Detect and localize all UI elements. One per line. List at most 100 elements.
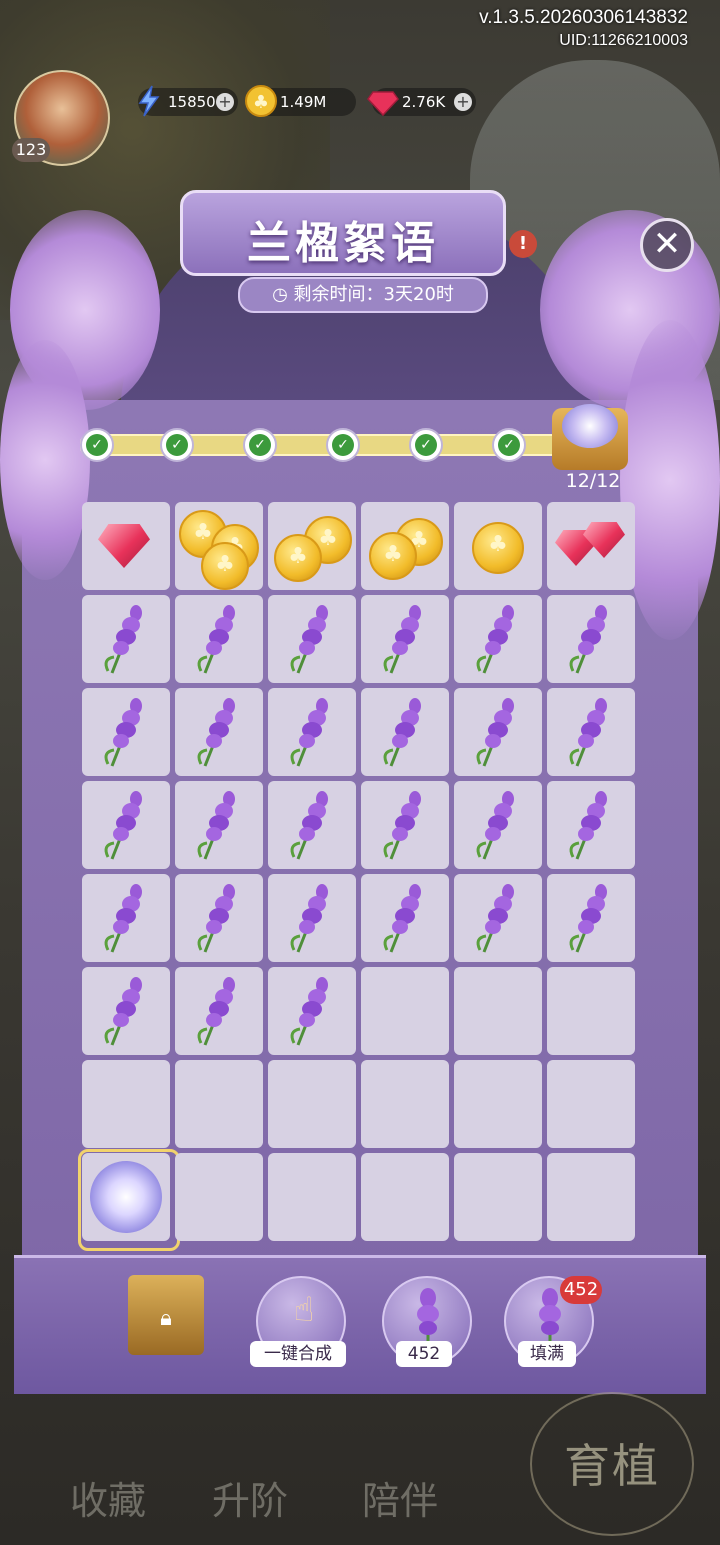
nav-collect[interactable]: 收藏 bbox=[70, 1470, 146, 1525]
board-cell[interactable] bbox=[361, 1060, 449, 1148]
coin-icon bbox=[369, 532, 417, 580]
board-cell[interactable] bbox=[361, 1153, 449, 1241]
board-cell[interactable] bbox=[175, 874, 263, 962]
board-cell[interactable] bbox=[175, 502, 263, 590]
final-reward-chest[interactable] bbox=[552, 404, 628, 470]
version-text: v.1.3.5.20260306143832 bbox=[479, 7, 688, 28]
event-timer-text: 剩余时间：3天20时 bbox=[293, 284, 454, 305]
board-cell[interactable] bbox=[547, 781, 635, 869]
pointing-hand-icon: ☝ bbox=[293, 1290, 315, 1330]
board-cell[interactable] bbox=[547, 595, 635, 683]
progress-node: ✓ bbox=[243, 428, 277, 462]
event-timer: ◷ 剩余时间：3天20时 bbox=[238, 277, 488, 313]
board-cell[interactable] bbox=[175, 688, 263, 776]
check-icon: ✓ bbox=[415, 434, 437, 456]
board-cell[interactable] bbox=[361, 967, 449, 1055]
lotus-icon bbox=[562, 404, 618, 448]
board-cell[interactable] bbox=[547, 688, 635, 776]
svg-text:♣: ♣ bbox=[253, 92, 269, 113]
board-cell[interactable] bbox=[82, 502, 170, 590]
board-cell[interactable] bbox=[361, 874, 449, 962]
nav-grow-label: 育植 bbox=[564, 1439, 660, 1493]
board-cell[interactable] bbox=[454, 688, 542, 776]
uid-text: UID:11266210003 bbox=[559, 32, 688, 49]
board-cell[interactable] bbox=[547, 967, 635, 1055]
board-cell[interactable] bbox=[361, 595, 449, 683]
nav-accompany[interactable]: 陪伴 bbox=[362, 1470, 438, 1525]
board-cell[interactable] bbox=[454, 1153, 542, 1241]
action-bar bbox=[14, 1255, 706, 1394]
board-cell[interactable] bbox=[547, 874, 635, 962]
add-gem-icon[interactable]: + bbox=[454, 93, 472, 111]
add-energy-icon[interactable]: + bbox=[216, 93, 234, 111]
board-cell[interactable] bbox=[175, 1153, 263, 1241]
check-icon: ✓ bbox=[166, 434, 188, 456]
ruby-gem-icon bbox=[367, 91, 399, 117]
locked-gift-box[interactable]: 🔒︎ bbox=[128, 1275, 204, 1355]
wisteria-right-hanging-icon bbox=[620, 320, 720, 640]
progress-node: ✓ bbox=[160, 428, 194, 462]
board-cell[interactable] bbox=[268, 874, 356, 962]
board-cell[interactable] bbox=[82, 1060, 170, 1148]
board-cell[interactable] bbox=[547, 502, 635, 590]
board-cell[interactable] bbox=[268, 1153, 356, 1241]
board-cell[interactable] bbox=[82, 967, 170, 1055]
progress-node: ✓ bbox=[326, 428, 360, 462]
board-cell[interactable] bbox=[268, 595, 356, 683]
board-cell[interactable] bbox=[175, 781, 263, 869]
board-cell[interactable] bbox=[454, 781, 542, 869]
ruby-gem-icon bbox=[583, 522, 625, 558]
board-cell[interactable] bbox=[82, 781, 170, 869]
check-icon: ✓ bbox=[249, 434, 271, 456]
board-cell[interactable] bbox=[454, 967, 542, 1055]
board-cell[interactable] bbox=[454, 595, 542, 683]
board-cell[interactable] bbox=[268, 967, 356, 1055]
board-cell[interactable] bbox=[175, 967, 263, 1055]
fill-count-badge: 452 bbox=[560, 1276, 602, 1304]
board-cell[interactable] bbox=[268, 688, 356, 776]
nav-upgrade[interactable]: 升阶 bbox=[212, 1470, 288, 1525]
board-cell[interactable] bbox=[82, 874, 170, 962]
board-cell[interactable] bbox=[268, 1060, 356, 1148]
board-cell[interactable] bbox=[175, 1060, 263, 1148]
lock-icon: 🔒︎ bbox=[160, 1306, 172, 1331]
board-cell[interactable] bbox=[547, 1153, 635, 1241]
board-cell[interactable] bbox=[454, 502, 542, 590]
board-cell[interactable] bbox=[268, 781, 356, 869]
lavender-icon bbox=[417, 1288, 439, 1346]
progress-label: 12/12 bbox=[565, 470, 621, 492]
coin-icon bbox=[201, 542, 249, 590]
energy-counter[interactable]: 158501 + bbox=[138, 85, 238, 117]
close-button[interactable]: ✕ bbox=[640, 218, 694, 272]
check-icon: ✓ bbox=[498, 434, 520, 456]
board-cell[interactable] bbox=[547, 1060, 635, 1148]
lightning-icon bbox=[138, 85, 160, 117]
board-cell[interactable] bbox=[82, 595, 170, 683]
board-cell[interactable] bbox=[454, 874, 542, 962]
gem-counter[interactable]: 2.76K + bbox=[367, 88, 476, 117]
ruby-gem-icon bbox=[98, 524, 150, 568]
coin-value: 1.49M bbox=[280, 93, 327, 111]
board-cell[interactable] bbox=[361, 502, 449, 590]
progress-node: ✓ bbox=[409, 428, 443, 462]
wisteria-left-hanging-icon bbox=[0, 340, 90, 580]
lavender-count: 452 bbox=[396, 1341, 452, 1367]
event-title-banner: 兰楹絮语 bbox=[180, 190, 506, 276]
info-alert-icon[interactable]: ! bbox=[509, 230, 537, 258]
board-cell[interactable] bbox=[361, 688, 449, 776]
selection-frame bbox=[78, 1149, 180, 1251]
nav-grow[interactable]: 育植 bbox=[530, 1392, 694, 1536]
board-cell[interactable] bbox=[82, 688, 170, 776]
board-cell[interactable] bbox=[78, 1149, 180, 1251]
board-cell[interactable] bbox=[175, 595, 263, 683]
board-cell[interactable] bbox=[361, 781, 449, 869]
fill-label: 填满 bbox=[518, 1341, 576, 1367]
clover-coin-icon: ♣ bbox=[245, 85, 277, 117]
board-cell[interactable] bbox=[268, 502, 356, 590]
progress-node: ✓ bbox=[80, 428, 114, 462]
coin-counter[interactable]: ♣ 1.49M bbox=[245, 85, 356, 117]
gem-value: 2.76K bbox=[402, 93, 446, 111]
event-title: 兰楹絮语 bbox=[247, 218, 439, 269]
board-cell[interactable] bbox=[454, 1060, 542, 1148]
coin-icon bbox=[274, 534, 322, 582]
